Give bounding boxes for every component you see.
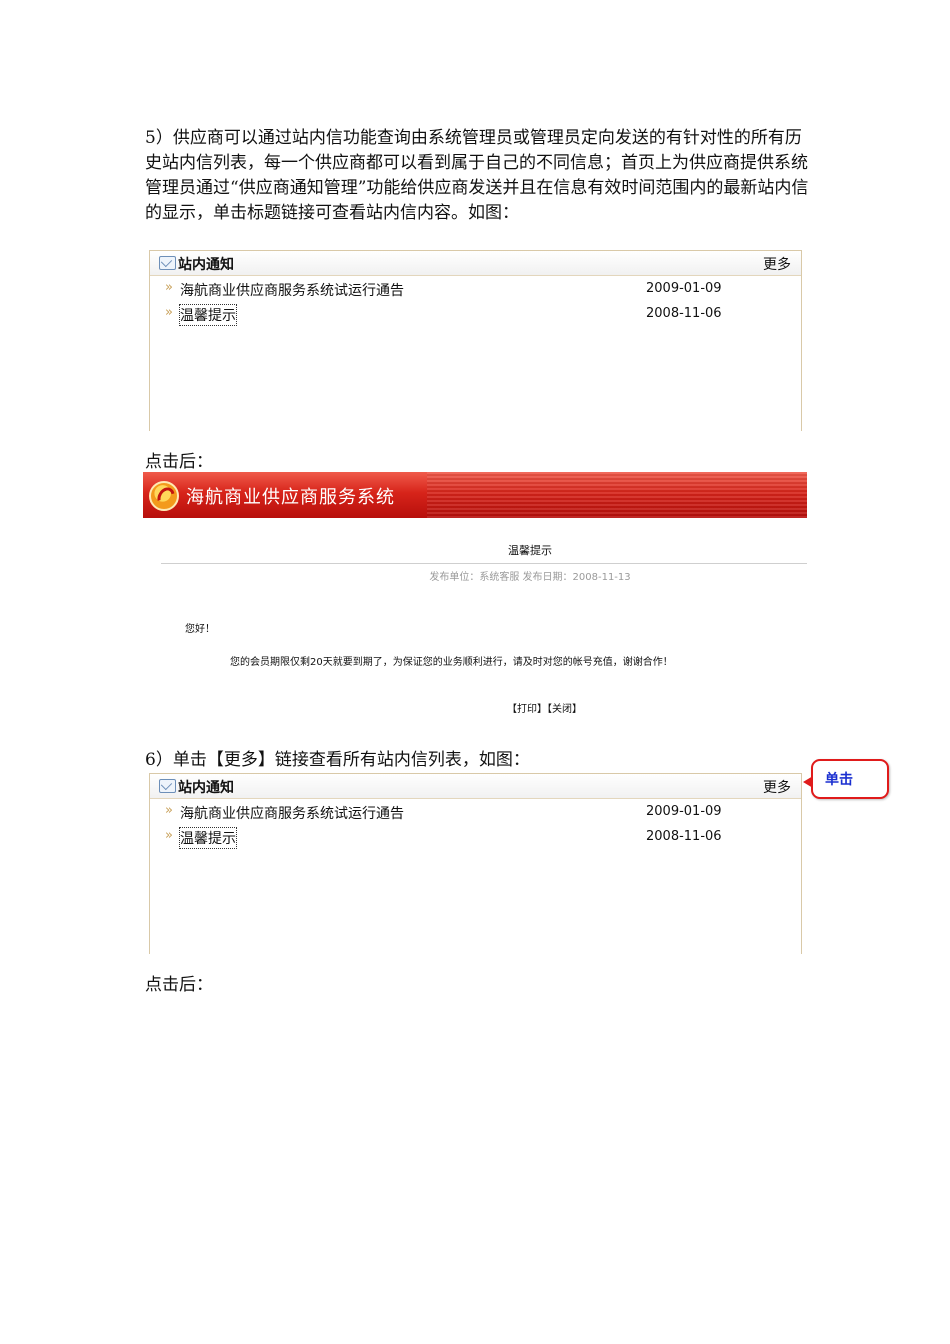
divider xyxy=(161,563,807,564)
more-link[interactable]: 更多 xyxy=(763,777,791,797)
notice-date: 2009-01-09 xyxy=(646,804,722,819)
list-item: » 温馨提示 2008-11-06 xyxy=(150,304,801,326)
notice-panel-header: 站内通知 更多 xyxy=(150,251,801,276)
chevron-right-icon: » xyxy=(165,828,173,843)
message-greeting: 您好！ xyxy=(185,624,215,635)
logo-icon xyxy=(149,481,179,511)
message-body: 您的会员期限仅剩20天就要到期了，为保证您的业务顺利进行，请及时对您的帐号充值，… xyxy=(230,657,673,668)
list-item: » 海航商业供应商服务系统试运行通告 2009-01-09 xyxy=(150,802,801,824)
after-click-label: 点击后： xyxy=(145,975,213,995)
message-meta: 发布单位：系统客服 发布日期：2008-11-13 xyxy=(429,572,631,583)
chevron-right-icon: » xyxy=(165,803,173,818)
notice-title-link[interactable]: 温馨提示 xyxy=(179,827,237,849)
envelope-icon xyxy=(159,779,176,793)
message-title: 温馨提示 xyxy=(508,544,552,557)
system-banner: 海航商业供应商服务系统 xyxy=(143,472,807,518)
click-callout: 单击 xyxy=(803,759,889,799)
notice-date: 2009-01-09 xyxy=(646,281,722,296)
system-name: 海航商业供应商服务系统 xyxy=(186,487,395,508)
notice-panel-header: 站内通知 更多 xyxy=(150,774,801,799)
notice-title-link[interactable]: 海航商业供应商服务系统试运行通告 xyxy=(180,280,404,300)
list-item: » 温馨提示 2008-11-06 xyxy=(150,827,801,849)
chevron-right-icon: » xyxy=(165,280,173,295)
notice-date: 2008-11-06 xyxy=(646,306,722,321)
section6-paragraph: 6）单击【更多】链接查看所有站内信列表，如图： xyxy=(145,750,530,770)
print-link[interactable]: 【打印】 xyxy=(507,704,547,715)
notice-panel-title: 站内通知 xyxy=(178,257,234,273)
callout-text: 单击 xyxy=(825,772,853,788)
message-actions: 【打印】【关闭】 xyxy=(507,700,582,715)
notice-panel-2: 站内通知 更多 » 海航商业供应商服务系统试运行通告 2009-01-09 » … xyxy=(149,773,802,954)
section5-paragraph: 5）供应商可以通过站内信功能查询由系统管理员或管理员定向发送的有针对性的所有历史… xyxy=(145,128,809,223)
chevron-right-icon: » xyxy=(165,305,173,320)
notice-panel-1: 站内通知 更多 » 海航商业供应商服务系统试运行通告 2009-01-09 » … xyxy=(149,250,802,431)
close-link[interactable]: 【关闭】 xyxy=(547,704,582,715)
more-link[interactable]: 更多 xyxy=(763,254,791,274)
list-item: » 海航商业供应商服务系统试运行通告 2009-01-09 xyxy=(150,279,801,301)
notice-panel-title: 站内通知 xyxy=(178,780,234,796)
notice-title-link[interactable]: 海航商业供应商服务系统试运行通告 xyxy=(180,803,404,823)
notice-date: 2008-11-06 xyxy=(646,829,722,844)
envelope-icon xyxy=(159,256,176,270)
notice-title-link[interactable]: 温馨提示 xyxy=(179,304,237,326)
